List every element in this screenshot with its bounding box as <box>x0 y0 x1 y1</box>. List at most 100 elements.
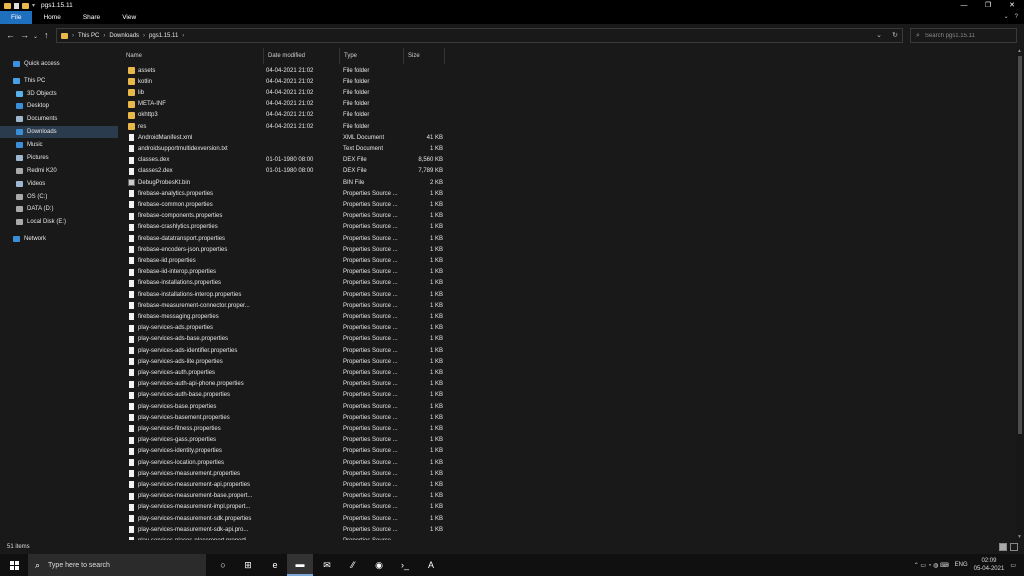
scroll-thumb[interactable] <box>1018 56 1022 434</box>
tab-file[interactable]: File <box>0 11 33 24</box>
file-row[interactable]: play-services-measurement-sdk.properties… <box>118 513 1016 524</box>
maximize-button[interactable]: ❐ <box>976 0 1000 11</box>
column-header-name[interactable]: Name <box>122 48 264 64</box>
file-row[interactable]: play-services-fitness.properties Properti… <box>118 423 1016 434</box>
file-row[interactable]: play-services-ads-identifier.properties P… <box>118 345 1016 356</box>
refresh-icon[interactable]: ↻ <box>892 31 898 39</box>
column-header-date[interactable]: Date modified <box>264 48 340 64</box>
file-row[interactable]: firebase-common.properties Properties Sou… <box>118 199 1016 210</box>
file-row[interactable]: play-services-measurement-sdk-api.pro...… <box>118 524 1016 535</box>
nav-item[interactable]: Desktop <box>0 100 118 112</box>
nav-item[interactable]: Pictures <box>0 152 118 164</box>
task-view-icon[interactable]: ○ <box>210 554 236 576</box>
file-row[interactable]: play-services-basement.properties Propert… <box>118 412 1016 423</box>
column-header-size[interactable]: Size <box>404 48 445 64</box>
vertical-scrollbar[interactable]: ▲ ▼ <box>1016 48 1024 540</box>
file-row[interactable]: firebase-installations-interop.propertie… <box>118 289 1016 300</box>
notification-icon[interactable]: ▭ <box>1010 562 1016 569</box>
nav-item[interactable]: Quick access <box>0 58 118 70</box>
chevron-right-icon[interactable]: › <box>182 33 184 39</box>
file-row[interactable]: play-services-measurement.properties Prop… <box>118 468 1016 479</box>
column-header-type[interactable]: Type <box>340 48 404 64</box>
forward-icon[interactable]: → <box>20 30 29 41</box>
tab-home[interactable]: Home <box>32 11 71 24</box>
file-row[interactable]: firebase-crashlytics.properties Propertie… <box>118 222 1016 233</box>
file-row[interactable]: play-services-ads-lite.properties Propert… <box>118 356 1016 367</box>
recent-locations-icon[interactable]: ⌄ <box>33 32 38 43</box>
taskbar-search[interactable]: ⌕ Type here to search <box>28 554 206 576</box>
file-row[interactable]: firebase-iid-interop.properties Propertie… <box>118 267 1016 278</box>
timeline-icon[interactable]: ⊞ <box>235 554 261 576</box>
nav-item[interactable]: Documents <box>0 113 118 125</box>
start-button[interactable] <box>0 554 28 576</box>
terminal-icon[interactable]: ›_ <box>392 554 418 576</box>
file-row[interactable]: play-services-measurement-api.properties… <box>118 479 1016 490</box>
details-view-icon[interactable] <box>999 543 1007 551</box>
folder-icon[interactable] <box>4 2 11 9</box>
file-explorer-icon[interactable]: ▬ <box>287 554 313 576</box>
chevron-down-icon[interactable]: ⌄ <box>876 31 882 39</box>
file-row[interactable]: res 04-04-2021 21:02 File folder <box>118 121 1016 132</box>
file-row[interactable]: play-services-ads.properties Properties S… <box>118 323 1016 334</box>
file-row[interactable]: play-services-auth.properties Properties … <box>118 367 1016 378</box>
scroll-up-icon[interactable]: ▲ <box>1017 48 1022 54</box>
new-folder-icon[interactable] <box>22 2 29 9</box>
ae-app-icon[interactable]: A <box>418 554 444 576</box>
nav-item[interactable]: Network <box>0 233 118 245</box>
file-row[interactable]: firebase-components.properties Properties… <box>118 211 1016 222</box>
nav-item[interactable]: Videos <box>0 178 118 190</box>
file-row[interactable]: play-services-gass.properties Properties … <box>118 435 1016 446</box>
file-row[interactable]: lib 04-04-2021 21:02 File folder <box>118 87 1016 98</box>
chevron-right-icon[interactable]: › <box>72 33 74 39</box>
large-icons-view-icon[interactable] <box>1010 543 1018 551</box>
nav-item[interactable]: Local Disk (E:) <box>0 216 118 228</box>
app-icon[interactable]: ⁄⁄ <box>340 554 366 576</box>
file-row[interactable]: play-services-auth-base.properties Proper… <box>118 390 1016 401</box>
file-row[interactable]: firebase-installations.properties Propert… <box>118 278 1016 289</box>
file-row[interactable]: DebugProbesKt.bin BIN File 2 KB <box>118 177 1016 188</box>
edge-icon[interactable]: e <box>262 554 288 576</box>
file-row[interactable]: play-services-measurement-impl.propert..… <box>118 502 1016 513</box>
file-row[interactable]: play-services-auth-api-phone.properties P… <box>118 379 1016 390</box>
file-row[interactable]: firebase-iid.properties Properties Source… <box>118 255 1016 266</box>
file-row[interactable]: AndroidManifest.xml XML Document 41 KB <box>118 132 1016 143</box>
nav-item[interactable]: Redmi K20 <box>0 165 118 177</box>
breadcrumb-this-pc[interactable]: This PC <box>78 33 99 39</box>
tray-icons[interactable]: ⌃ ▭ ◔ ◍ ⌨ <box>914 562 949 569</box>
nav-item[interactable]: DATA (D:) <box>0 203 118 215</box>
help-icon[interactable]: ? <box>1015 11 1018 24</box>
tab-view[interactable]: View <box>111 11 147 24</box>
chevron-right-icon[interactable]: › <box>143 33 145 39</box>
close-button[interactable]: ✕ <box>1000 0 1024 11</box>
language-indicator[interactable]: ENG <box>955 562 968 568</box>
file-row[interactable]: play-services-location.properties Propert… <box>118 457 1016 468</box>
up-icon[interactable]: ↑ <box>44 30 49 41</box>
file-row[interactable]: play-services-identity.properties Propert… <box>118 446 1016 457</box>
file-row[interactable]: firebase-analytics.properties Properties … <box>118 188 1016 199</box>
search-box[interactable]: ⌕ <box>910 28 1017 43</box>
file-row[interactable]: firebase-datatransport.properties Propert… <box>118 233 1016 244</box>
file-row[interactable]: firebase-measurement-connector.proper...… <box>118 300 1016 311</box>
nav-item[interactable]: OS (C:) <box>0 191 118 203</box>
file-row[interactable]: androidsupportmultidexversion.txt Text Do… <box>118 143 1016 154</box>
properties-icon[interactable] <box>14 2 19 9</box>
file-row[interactable]: firebase-messaging.properties Properties … <box>118 311 1016 322</box>
file-row[interactable]: play-services-measurement-base.propert..… <box>118 491 1016 502</box>
nav-item[interactable]: 3D Objects <box>0 88 118 100</box>
expand-ribbon-icon[interactable]: ⌄ <box>1004 11 1009 24</box>
file-row[interactable]: play-services-ads-base.properties Propert… <box>118 334 1016 345</box>
tab-share[interactable]: Share <box>72 11 111 24</box>
back-icon[interactable]: ← <box>6 30 15 41</box>
minimize-button[interactable]: — <box>952 0 976 11</box>
customize-toolbar-icon[interactable]: ▾ <box>32 2 35 9</box>
file-row[interactable]: okhttp3 04-04-2021 21:02 File folder <box>118 110 1016 121</box>
firefox-icon[interactable]: ◉ <box>366 554 392 576</box>
nav-item[interactable]: This PC <box>0 75 118 87</box>
file-row[interactable]: kotlin 04-04-2021 21:02 File folder <box>118 76 1016 87</box>
search-input[interactable] <box>924 32 1015 39</box>
file-row[interactable]: META-INF 04-04-2021 21:02 File folder <box>118 99 1016 110</box>
nav-item[interactable]: Downloads <box>0 126 118 138</box>
file-row[interactable]: classes2.dex 01-01-1980 08:00 DEX File 7,78… <box>118 166 1016 177</box>
file-row[interactable]: classes.dex 01-01-1980 08:00 DEX File 8,560… <box>118 155 1016 166</box>
breadcrumb-current[interactable]: pgs1.15.11 <box>149 33 178 39</box>
